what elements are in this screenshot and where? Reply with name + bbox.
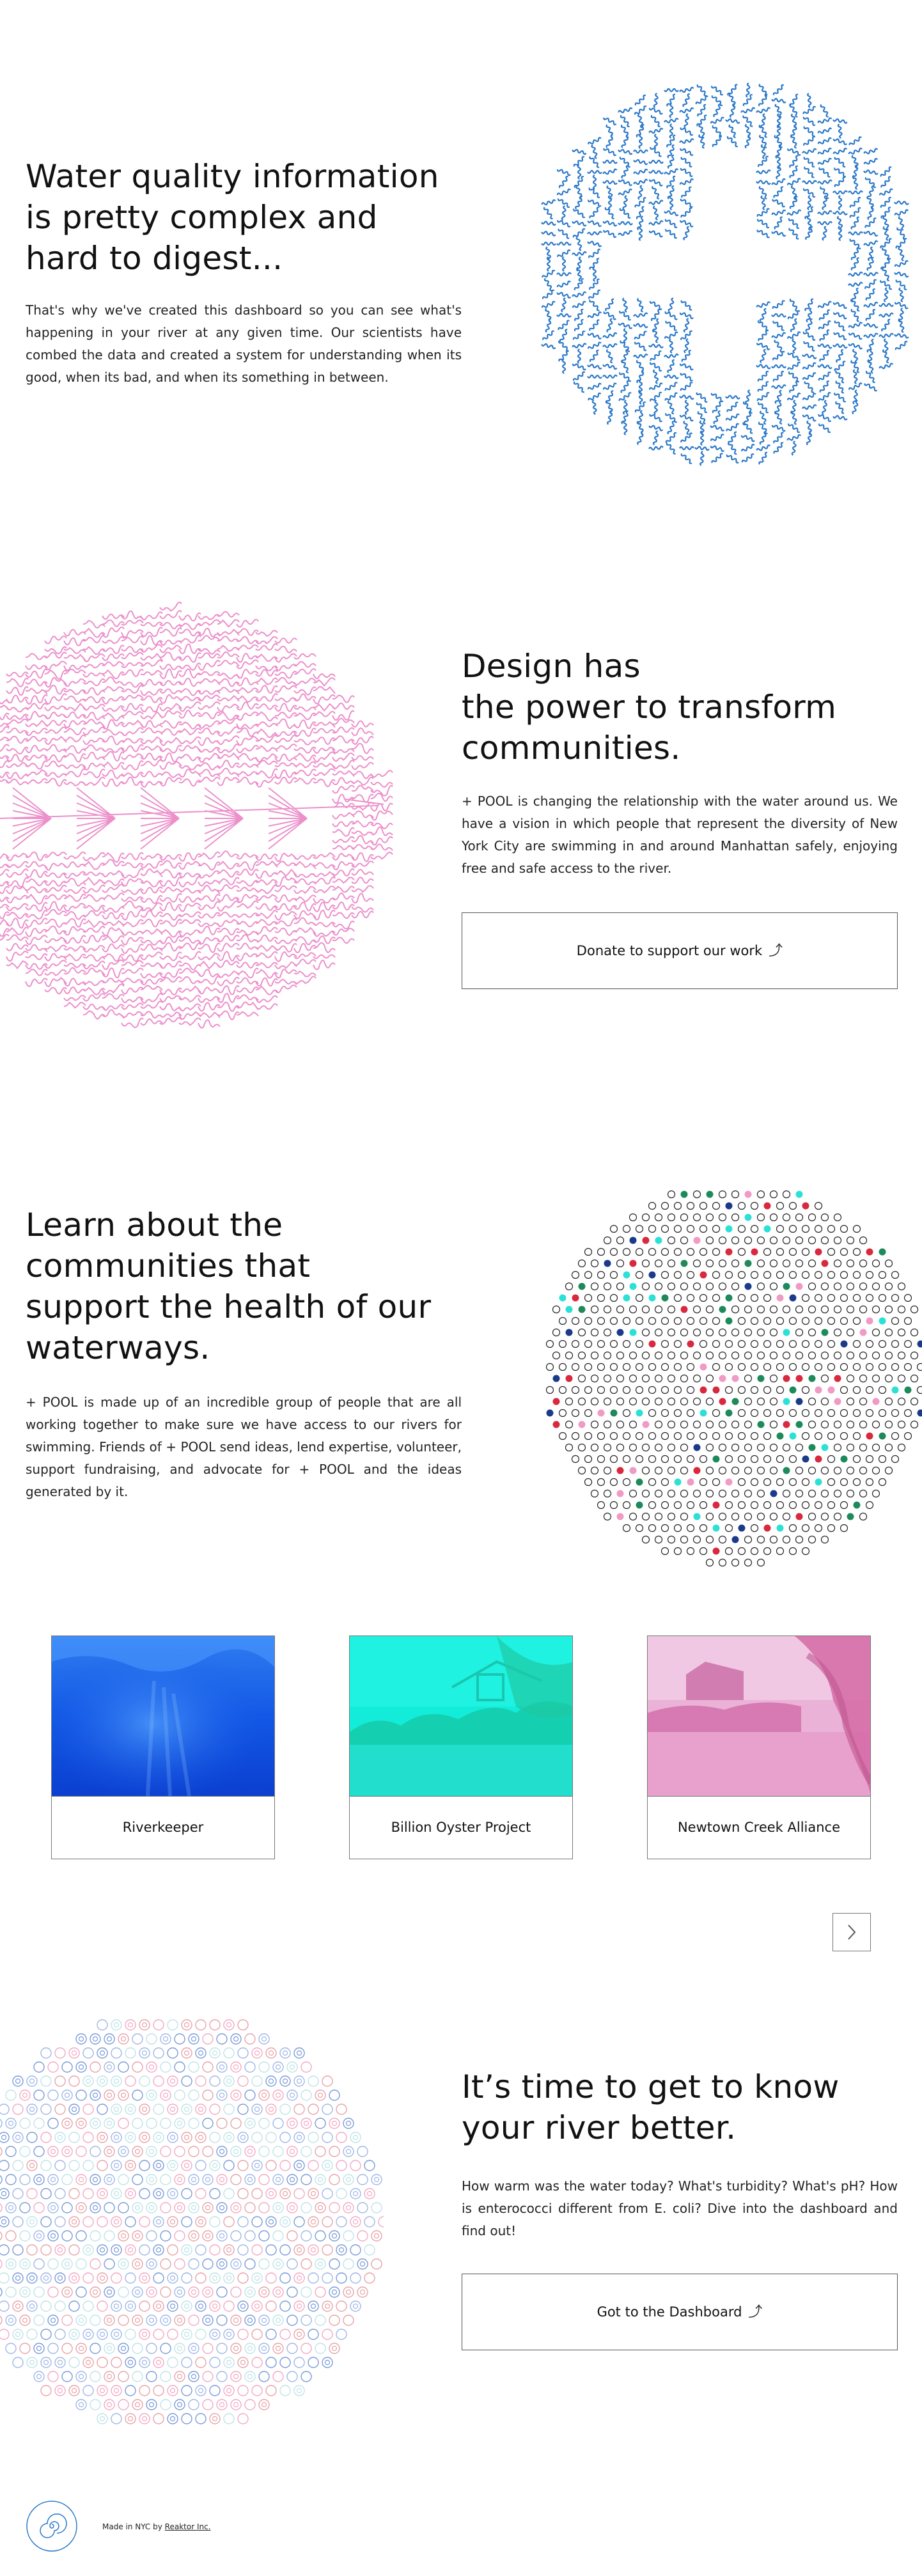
- carousel-next-button[interactable]: [832, 1913, 871, 1951]
- ring-circle-art: [0, 2019, 384, 2424]
- dot-circle-art: [545, 1190, 922, 1567]
- card-photo: [52, 1636, 274, 1797]
- dashboard-button[interactable]: Got to the Dashboard ⤴: [462, 2274, 898, 2350]
- studio-link[interactable]: Reaktor Inc.: [165, 2522, 211, 2531]
- communities-section: Learn about the communities that support…: [0, 1125, 922, 2008]
- dashboard-heading: It’s time to get to know your river bett…: [462, 2068, 840, 2146]
- design-heading: Design has the power to transform commun…: [462, 648, 837, 767]
- footer-credit: Made in NYC by Reaktor Inc.: [102, 2522, 211, 2531]
- arrow-curve-icon: ⤴: [769, 943, 783, 959]
- donate-button[interactable]: Donate to support our work ⤴: [462, 912, 898, 989]
- footer: Made in NYC by Reaktor Inc.: [0, 2494, 922, 2576]
- donate-button-label: Donate to support our work: [576, 943, 763, 958]
- chevron-right-icon: [848, 1924, 856, 1940]
- arrow-curve-icon: ⤴: [748, 2304, 763, 2320]
- squiggle-circle-plus-art: [541, 82, 909, 466]
- water-quality-text: That's why we've created this dashboard …: [26, 302, 462, 385]
- card-photo: [648, 1636, 870, 1797]
- communities-text: + POOL is made up of an incredible group…: [26, 1394, 462, 1499]
- partner-card-newtown-creek[interactable]: Newtown Creek Alliance: [647, 1635, 871, 1859]
- partner-card-riverkeeper[interactable]: Riverkeeper: [51, 1635, 275, 1859]
- footer-made-in: Made in NYC by: [102, 2522, 162, 2531]
- spiral-logo-icon: [26, 2501, 77, 2552]
- card-label: Newtown Creek Alliance: [677, 1820, 841, 1835]
- partner-card-billion-oyster[interactable]: Billion Oyster Project: [349, 1635, 573, 1859]
- dashboard-button-label: Got to the Dashboard: [597, 2304, 742, 2320]
- design-text: + POOL is changing the relationship with…: [462, 793, 898, 876]
- card-photo: [350, 1636, 572, 1797]
- card-label: Billion Oyster Project: [391, 1820, 531, 1835]
- dashboard-section: It’s time to get to know your river bett…: [0, 1988, 922, 2449]
- design-section: Design has the power to transform commun…: [0, 575, 922, 1100]
- water-quality-heading: Water quality information is pretty comp…: [26, 158, 439, 277]
- dashboard-text: How warm was the water today? What's tur…: [462, 2178, 898, 2238]
- squiggle-circle-chevrons-art: [0, 601, 393, 1029]
- communities-heading: Learn about the communities that support…: [26, 1206, 432, 1366]
- water-quality-section: Water quality information is pretty comp…: [0, 0, 922, 524]
- card-label: Riverkeeper: [122, 1820, 204, 1835]
